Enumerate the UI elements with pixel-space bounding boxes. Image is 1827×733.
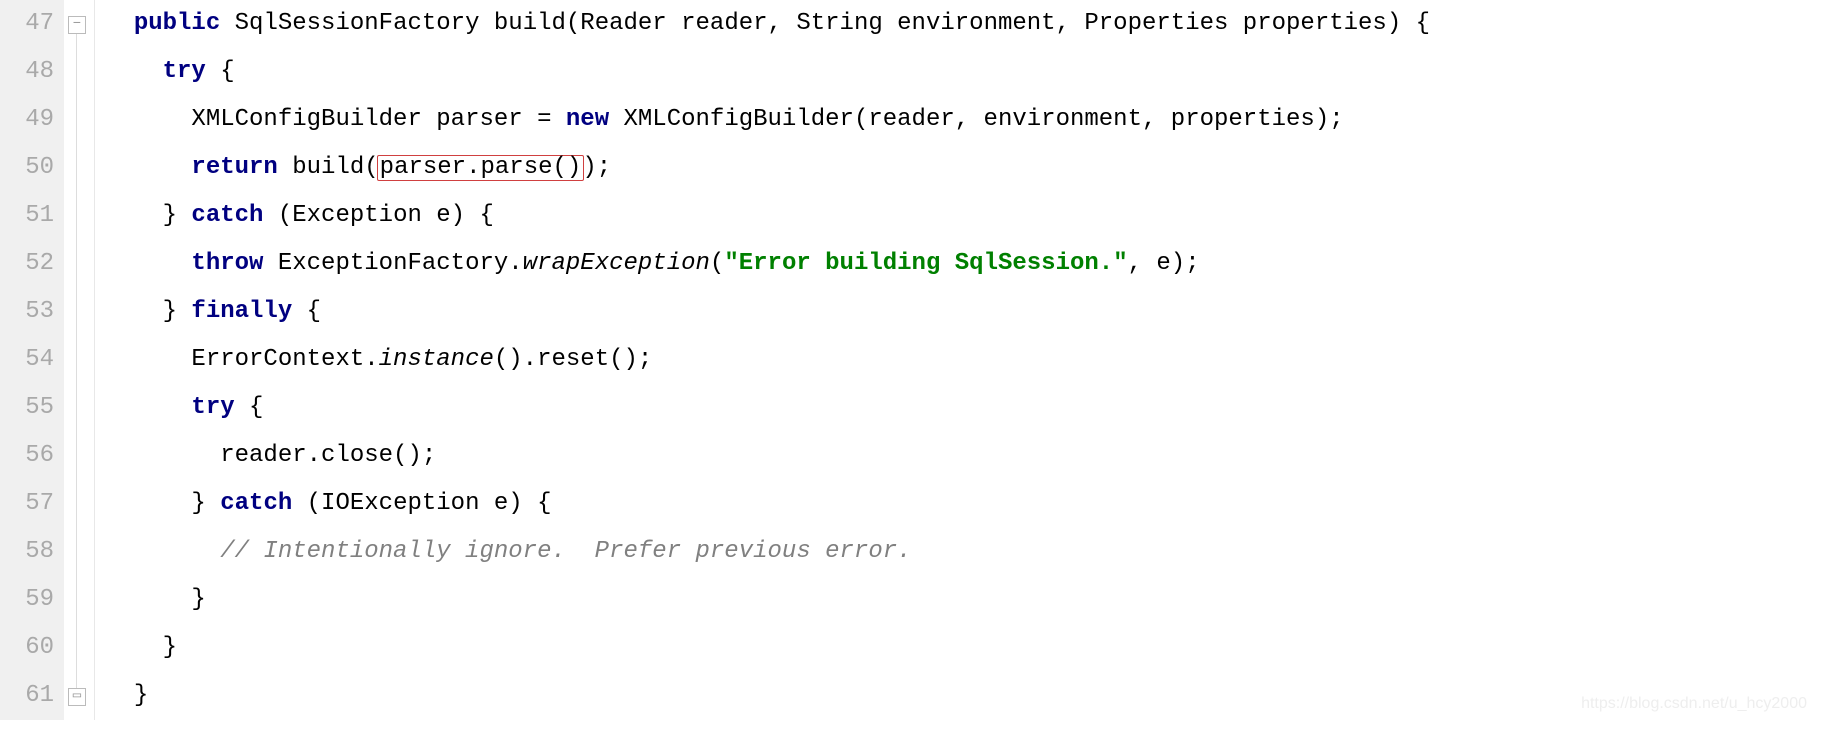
line-number: 59 [8, 576, 54, 624]
line-number: 52 [8, 240, 54, 288]
highlighted-expression: parser.parse() [377, 155, 585, 181]
line-number: 56 [8, 432, 54, 480]
line-number: 60 [8, 624, 54, 672]
fold-column[interactable]: −▭ [64, 0, 95, 720]
code-line[interactable]: try { [105, 48, 1430, 96]
line-number-gutter: 474849505152535455565758596061 [0, 0, 64, 720]
code-area[interactable]: public SqlSessionFactory build(Reader re… [95, 0, 1430, 720]
code-line[interactable]: } catch (Exception e) { [105, 192, 1430, 240]
code-line[interactable]: } [105, 672, 1430, 720]
code-line[interactable]: // Intentionally ignore. Prefer previous… [105, 528, 1430, 576]
code-line[interactable]: public SqlSessionFactory build(Reader re… [105, 0, 1430, 48]
code-line[interactable]: XMLConfigBuilder parser = new XMLConfigB… [105, 96, 1430, 144]
line-number: 61 [8, 672, 54, 720]
code-editor[interactable]: 474849505152535455565758596061 −▭ public… [0, 0, 1827, 720]
code-line[interactable]: try { [105, 384, 1430, 432]
watermark-text: https://blog.csdn.net/u_hcy2000 [1581, 696, 1807, 712]
code-line[interactable]: } catch (IOException e) { [105, 480, 1430, 528]
fold-end-icon[interactable]: ▭ [68, 688, 86, 706]
fold-toggle-icon[interactable]: − [68, 16, 86, 34]
line-number: 49 [8, 96, 54, 144]
code-line[interactable]: } finally { [105, 288, 1430, 336]
line-number: 57 [8, 480, 54, 528]
line-number: 50 [8, 144, 54, 192]
line-number: 51 [8, 192, 54, 240]
line-number: 47 [8, 0, 54, 48]
code-line[interactable]: throw ExceptionFactory.wrapException("Er… [105, 240, 1430, 288]
code-line[interactable]: } [105, 624, 1430, 672]
line-number: 58 [8, 528, 54, 576]
line-number: 55 [8, 384, 54, 432]
code-line[interactable]: return build(parser.parse()); [105, 144, 1430, 192]
line-number: 54 [8, 336, 54, 384]
code-line[interactable]: reader.close(); [105, 432, 1430, 480]
code-line[interactable]: ErrorContext.instance().reset(); [105, 336, 1430, 384]
line-number: 53 [8, 288, 54, 336]
code-line[interactable]: } [105, 576, 1430, 624]
line-number: 48 [8, 48, 54, 96]
